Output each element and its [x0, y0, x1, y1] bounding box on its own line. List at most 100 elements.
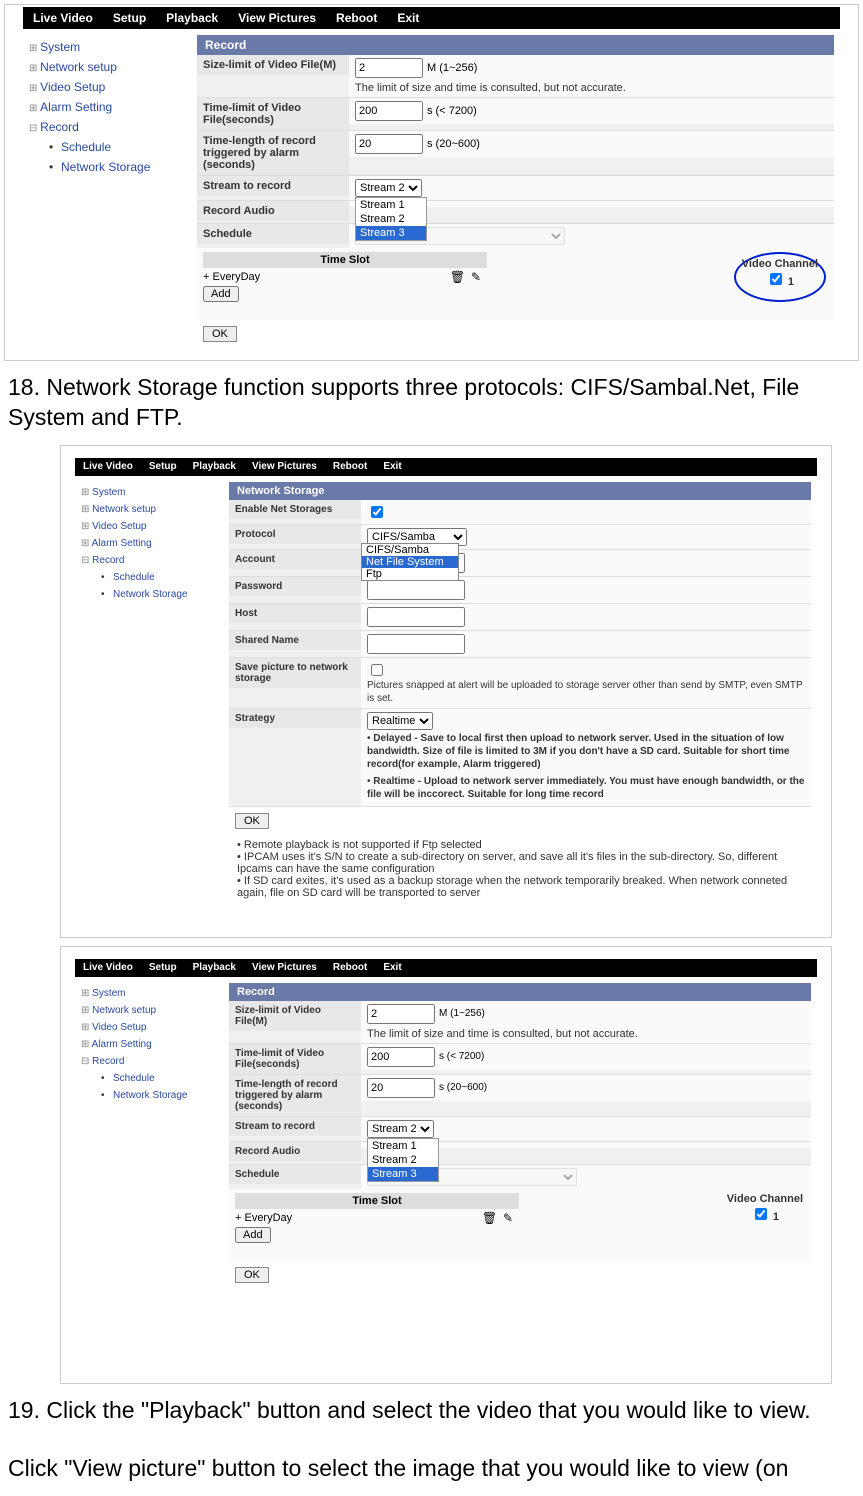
sidebar-network-storage[interactable]: Network Storage [27, 157, 187, 177]
timeslot-header: Time Slot [235, 1193, 519, 1209]
menu-reboot[interactable]: Reboot [326, 11, 387, 25]
sidebar-record[interactable]: Record [79, 552, 219, 569]
ns-savepic-label: Save picture to network storage [229, 658, 361, 688]
stream-options-list: Stream 1 Stream 2 Stream 3 [367, 1138, 439, 1182]
stream-option-3[interactable]: Stream 3 [356, 226, 426, 240]
menu-playback[interactable]: Playback [185, 461, 244, 472]
sidebar-video-setup[interactable]: Video Setup [79, 518, 219, 535]
trash-icon[interactable]: 🗑 [450, 270, 462, 282]
video-channel-1-checkbox[interactable] [755, 1208, 767, 1220]
sidebar-record[interactable]: Record [27, 117, 187, 137]
ok-button[interactable]: OK [203, 326, 237, 342]
timeslot-everyday[interactable]: + EveryDay [203, 271, 260, 283]
menu-playback[interactable]: Playback [156, 11, 228, 25]
ns-strategy-select[interactable]: Realtime [367, 712, 433, 730]
menu-view-pictures[interactable]: View Pictures [244, 962, 325, 973]
time-limit-label: Time-limit of Video File(seconds) [229, 1044, 361, 1074]
pencil-icon[interactable]: ✎ [471, 270, 483, 282]
add-button[interactable]: Add [203, 286, 239, 302]
menu-exit[interactable]: Exit [375, 461, 409, 472]
sidebar-video-setup[interactable]: Video Setup [27, 77, 187, 97]
menu-playback[interactable]: Playback [185, 962, 244, 973]
record-panel-title: Record [197, 35, 834, 55]
trash-icon[interactable]: 🗑 [482, 1211, 494, 1223]
video-channel-label: Video Channel [742, 258, 818, 270]
top-menubar: Live Video Setup Playback View Pictures … [23, 7, 840, 29]
video-channel-box: Video Channel 1 [727, 1193, 803, 1223]
video-channel-1-checkbox[interactable] [770, 273, 782, 285]
ns-shared-input[interactable] [367, 634, 465, 654]
stream-option-3[interactable]: Stream 3 [368, 1167, 438, 1181]
menu-view-pictures[interactable]: View Pictures [244, 461, 325, 472]
menu-live-video[interactable]: Live Video [75, 461, 141, 472]
row-time-limit: Time-limit of Video File(seconds) s (< 7… [197, 98, 834, 131]
sidebar-alarm-setting[interactable]: Alarm Setting [79, 535, 219, 552]
menu-reboot[interactable]: Reboot [325, 461, 375, 472]
menu-exit[interactable]: Exit [387, 11, 429, 25]
sidebar-video-setup[interactable]: Video Setup [79, 1019, 219, 1036]
schedule-area: Time Slot + EveryDay 🗑 ✎ Add Video Chann… [229, 1189, 811, 1261]
ns-footnote-1: Remote playback is not supported if Ftp … [237, 839, 803, 851]
stream-select[interactable]: Stream 2 [367, 1120, 434, 1138]
sidebar-network-setup[interactable]: Network setup [79, 501, 219, 518]
screenshot-record-2: Live Video Setup Playback View Pictures … [60, 946, 832, 1384]
sidebar-network-setup[interactable]: Network setup [79, 1002, 219, 1019]
menu-setup[interactable]: Setup [103, 11, 156, 25]
menu-exit[interactable]: Exit [375, 962, 409, 973]
size-limit-hint: M (1~256) [439, 1008, 485, 1019]
menu-reboot[interactable]: Reboot [325, 962, 375, 973]
ns-account-label: Account [229, 550, 361, 569]
ns-panel-title: Network Storage [229, 482, 811, 500]
size-limit-note: The limit of size and time is consulted,… [367, 1028, 805, 1040]
size-limit-input[interactable] [367, 1004, 435, 1024]
size-limit-label: Size-limit of Video File(M) [197, 55, 349, 75]
pencil-icon[interactable]: ✎ [503, 1211, 515, 1223]
ns-strategy-delayed: Delayed - Save to local first then uploa… [367, 733, 789, 770]
size-limit-input[interactable] [355, 58, 423, 78]
size-limit-hint: M (1~256) [427, 62, 477, 74]
menu-live-video[interactable]: Live Video [23, 11, 103, 25]
add-button[interactable]: Add [235, 1227, 271, 1243]
sidebar-alarm-setting[interactable]: Alarm Setting [79, 1036, 219, 1053]
ns-proto-ftp[interactable]: Ftp [362, 568, 458, 580]
timeslot-everyday[interactable]: + EveryDay [235, 1212, 292, 1224]
sidebar-system[interactable]: System [27, 37, 187, 57]
sidebar-schedule[interactable]: Schedule [79, 1070, 219, 1087]
ns-savepic-checkbox[interactable] [371, 664, 383, 676]
ns-host-label: Host [229, 604, 361, 623]
screenshot-record-1: Live Video Setup Playback View Pictures … [4, 4, 859, 361]
stream-option-1[interactable]: Stream 1 [356, 198, 426, 212]
ns-savepic-note: Pictures snapped at alert will be upload… [367, 678, 802, 706]
menu-live-video[interactable]: Live Video [75, 962, 141, 973]
ns-enable-label: Enable Net Storages [229, 500, 361, 519]
sidebar-schedule[interactable]: Schedule [27, 137, 187, 157]
stream-select[interactable]: Stream 2 [355, 179, 422, 197]
stream-option-1[interactable]: Stream 1 [368, 1139, 438, 1153]
sidebar-system[interactable]: System [79, 985, 219, 1002]
sidebar-schedule[interactable]: Schedule [79, 569, 219, 586]
ok-button[interactable]: OK [235, 1267, 269, 1283]
ns-host-input[interactable] [367, 607, 465, 627]
ns-enable-checkbox[interactable] [371, 506, 383, 518]
time-limit-input[interactable] [367, 1047, 435, 1067]
ns-password-input[interactable] [367, 580, 465, 600]
sidebar-system[interactable]: System [79, 484, 219, 501]
menu-setup[interactable]: Setup [141, 461, 185, 472]
alarm-len-input[interactable] [355, 134, 423, 154]
sidebar-network-storage[interactable]: Network Storage [79, 586, 219, 603]
menu-setup[interactable]: Setup [141, 962, 185, 973]
sidebar-network-setup[interactable]: Network setup [27, 57, 187, 77]
ns-footnote-3: If SD card exites, it's used as a backup… [237, 875, 803, 899]
row-record-audio: Record Audio [197, 201, 834, 224]
ns-proto-cifs[interactable]: CIFS/Samba [362, 544, 458, 556]
stream-option-2[interactable]: Stream 2 [368, 1153, 438, 1167]
alarm-len-input[interactable] [367, 1078, 435, 1098]
ns-ok-button[interactable]: OK [235, 813, 269, 829]
sidebar-network-storage[interactable]: Network Storage [79, 1087, 219, 1104]
sidebar-alarm-setting[interactable]: Alarm Setting [27, 97, 187, 117]
time-limit-input[interactable] [355, 101, 423, 121]
sidebar-record[interactable]: Record [79, 1053, 219, 1070]
ns-proto-nfs[interactable]: Net File System [362, 556, 458, 568]
stream-option-2[interactable]: Stream 2 [356, 212, 426, 226]
menu-view-pictures[interactable]: View Pictures [228, 11, 326, 25]
